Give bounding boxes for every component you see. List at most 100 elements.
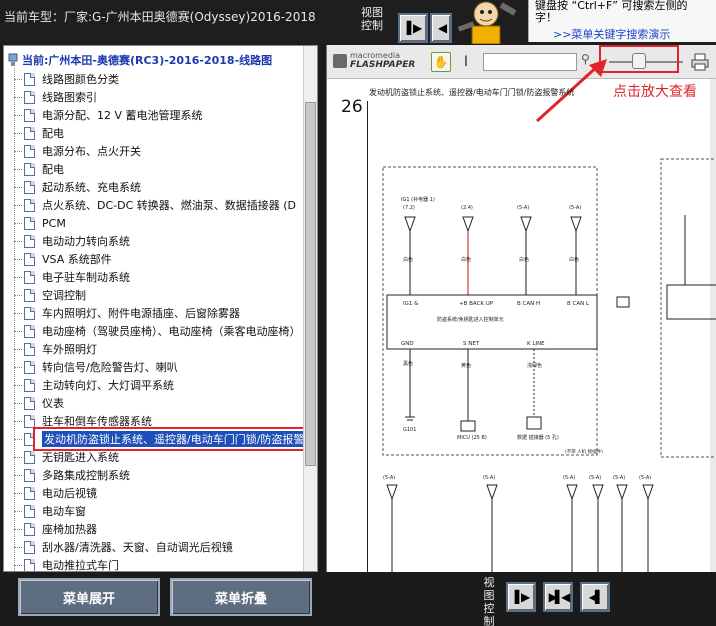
document-viewer: macromedia FLASHPAPER ✋ I ⚲ 点击放大查看 26 发动… xyxy=(326,45,716,572)
document-icon xyxy=(24,270,35,284)
search-hint-panel: 键盘按 “Ctrl+F” 可搜索左侧的 字！ >>菜单关键字搜索演示 xyxy=(528,0,716,42)
document-icon xyxy=(24,126,35,140)
menu-tree: 当前:广州本田-奥德赛(RC3)-2016-2018-线路图 线路图颜色分类线路… xyxy=(3,45,318,572)
tree-item[interactable]: 电动后视镜 xyxy=(14,484,97,502)
tree-item[interactable]: 电动推拉式车门 xyxy=(14,556,119,572)
connector-label: (5-A) xyxy=(517,205,529,211)
document-icon xyxy=(24,468,35,482)
tree-item-label: 主动转向灯、大灯调平系统 xyxy=(42,379,174,392)
tree-connector xyxy=(14,420,22,422)
document-icon xyxy=(24,486,35,500)
tree-connector xyxy=(14,294,22,296)
tree-item[interactable]: 多路集成控制系统 xyxy=(14,466,130,484)
app-window: 当前车型：厂家:G-广州本田奥德赛(Odyssey)2016-2018 视图控制… xyxy=(0,0,716,626)
hand-tool-icon[interactable]: ✋ xyxy=(431,52,451,72)
menu-collapse-button[interactable]: 菜单折叠 xyxy=(170,578,312,616)
document-icon xyxy=(24,558,35,571)
tree-item[interactable]: 点火系统、DC-DC 转换器、燃油泵、数据插接器 (D xyxy=(14,196,296,214)
tree-connector xyxy=(14,384,22,386)
tree-item-label: 电动动力转向系统 xyxy=(42,235,130,248)
connector-label: (5-A) xyxy=(569,205,581,211)
car-model-title: 当前车型：厂家:G-广州本田奥德赛(Odyssey)2016-2018 xyxy=(4,10,316,24)
tree-item[interactable]: 电源分布、点火开关 xyxy=(14,142,141,160)
tree-connector xyxy=(14,348,22,350)
tree-item[interactable]: 电动动力转向系统 xyxy=(14,232,130,250)
tree-connector xyxy=(14,150,22,152)
tree-item[interactable]: 电源分配、12 V 蓄电池管理系统 xyxy=(14,106,203,124)
tree-item[interactable]: 空调控制 xyxy=(14,286,86,304)
tree-item-label: 座椅加热器 xyxy=(42,523,97,536)
tree-connector xyxy=(14,564,22,566)
document-icon xyxy=(24,144,35,158)
arrows-icon: ◀ xyxy=(437,21,447,35)
document-icon xyxy=(24,540,35,554)
logo-text-macromedia: macromedia xyxy=(350,51,401,60)
view-next-button[interactable]: ▌▶ xyxy=(506,582,536,612)
tree-connector xyxy=(14,474,22,476)
tree-item[interactable]: 线路图颜色分类 xyxy=(14,70,119,88)
tree-item[interactable]: VSA 系统部件 xyxy=(14,250,112,268)
tree-root[interactable]: 当前:广州本田-奥德赛(RC3)-2016-2018-线路图 xyxy=(8,52,272,68)
tree-item[interactable]: 配电 xyxy=(14,160,64,178)
bottom-bar: 菜单展开 菜单折叠 视图控制 ▌▶ ▶▌◀ ◀▌ xyxy=(0,574,716,626)
document-icon xyxy=(24,414,35,428)
tree-item-label: 线路图颜色分类 xyxy=(42,73,119,86)
connector-label: (5-A) xyxy=(563,475,575,481)
tree-scrollbar-thumb[interactable] xyxy=(305,102,316,466)
tree-connector xyxy=(14,114,22,116)
text-select-icon[interactable]: I xyxy=(461,52,471,72)
tree-root-label: 当前:广州本田-奥德赛(RC3)-2016-2018-线路图 xyxy=(22,54,273,67)
menu-expand-button[interactable]: 菜单展开 xyxy=(18,578,160,616)
flashpaper-toolbar: macromedia FLASHPAPER ✋ I ⚲ xyxy=(327,45,716,79)
tree-item[interactable]: 电子驻车制动系统 xyxy=(14,268,130,286)
module-name: 防盗系统/免钥匙进入控制单元 xyxy=(437,316,504,323)
arrow-right-icon: ▌▶ xyxy=(514,590,531,604)
tree-scrollbar[interactable] xyxy=(303,46,317,571)
tree-connector xyxy=(14,528,22,530)
tree-item-label: 仪表 xyxy=(42,397,64,410)
tree-item[interactable]: 电动车窗 xyxy=(14,502,86,520)
tree-item[interactable]: 车外照明灯 xyxy=(14,340,97,358)
search-demo-link[interactable]: >>菜单关键字搜索演示 xyxy=(553,26,670,42)
macromedia-logo-icon xyxy=(333,54,347,68)
view-prev-button[interactable]: ◀▌ xyxy=(580,582,610,612)
tree-item[interactable]: 车内照明灯、附件电源插座、后窗除雾器 xyxy=(14,304,240,322)
tree-item[interactable]: 刮水器/清洗器、天窗、自动调光后视镜 xyxy=(14,538,233,556)
tree-connector xyxy=(14,204,22,206)
connector-label: (5-A) xyxy=(589,475,601,481)
tree-item-label: 无钥匙进入系统 xyxy=(42,451,119,464)
document-icon xyxy=(24,450,35,464)
hint-text-line1: 键盘按 “Ctrl+F” 可搜索左侧的 xyxy=(535,0,688,12)
tree-item-label: 电动推拉式车门 xyxy=(42,559,119,572)
connector-label: (2.4) xyxy=(461,205,473,211)
tree-item[interactable]: 电动座椅（驾驶员座椅）、电动座椅（乘客电动座椅） xyxy=(14,322,301,340)
tree-item[interactable]: 起动系统、充电系统 xyxy=(14,178,141,196)
tree-item[interactable]: 转向信号/危险警告灯、喇叭 xyxy=(14,358,178,376)
tree-item-label: 电源分布、点火开关 xyxy=(42,145,141,158)
pin-label: B CAN H xyxy=(517,301,540,307)
tree-item[interactable]: 线路图索引 xyxy=(14,88,97,106)
view-next-button[interactable]: ▌▶ xyxy=(398,13,428,43)
wire-color-label: 白色 xyxy=(569,256,579,263)
tree-item[interactable]: 座椅加热器 xyxy=(14,520,97,538)
tree-item[interactable]: 主动转向灯、大灯调平系统 xyxy=(14,376,174,394)
tree-item[interactable]: 仪表 xyxy=(14,394,64,412)
pin-label: IG1 & xyxy=(403,301,419,307)
view-expand-button[interactable]: ◀ xyxy=(430,13,452,43)
print-icon[interactable] xyxy=(691,53,709,71)
tree-item-label: 配电 xyxy=(42,163,64,176)
view-control-label: 视图控制 xyxy=(483,576,495,626)
document-icon xyxy=(24,198,35,212)
view-both-button[interactable]: ▶▌◀ xyxy=(543,582,573,612)
document-icon xyxy=(24,288,35,302)
connector-label: (5-A) xyxy=(639,475,651,481)
arrow-right-icon: ▌▶ xyxy=(406,21,423,35)
document-icon xyxy=(24,180,35,194)
document-icon xyxy=(24,396,35,410)
tree-item[interactable]: PCM xyxy=(14,214,66,232)
tree-item-label: 电动车窗 xyxy=(42,505,86,518)
tree-connector xyxy=(14,276,22,278)
pin-label: B CAN L xyxy=(567,301,590,307)
tree-item[interactable]: 配电 xyxy=(14,124,64,142)
document-icon xyxy=(24,252,35,266)
